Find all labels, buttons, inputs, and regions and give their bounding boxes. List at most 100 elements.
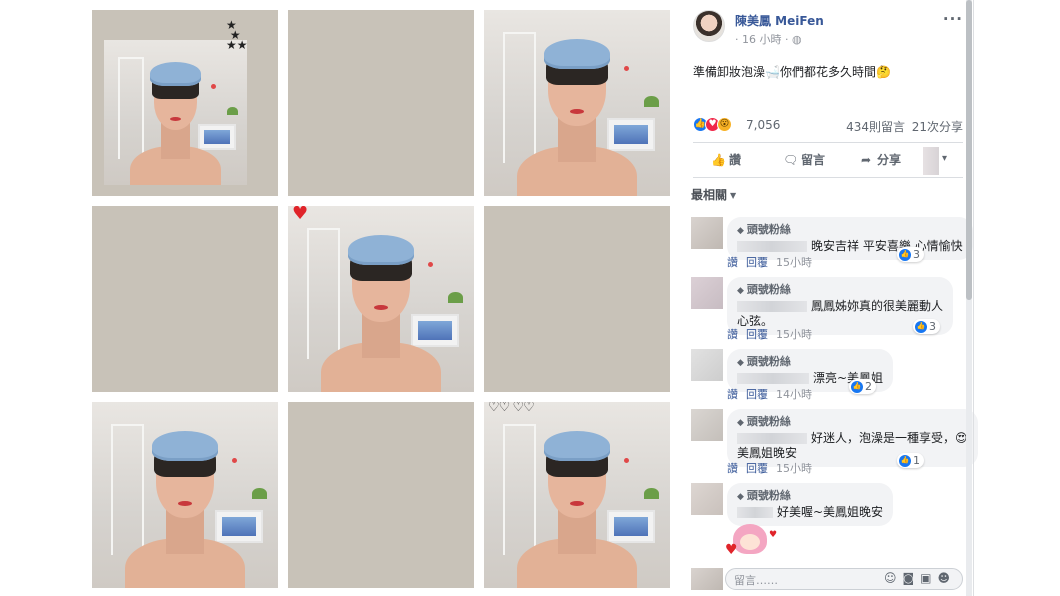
caret-down-icon: ▼ xyxy=(730,191,737,200)
comment-reactions[interactable]: 👍 2 xyxy=(849,379,876,394)
post-header: 陳美鳳 MeiFen · 16 小時 · ◍ ··· xyxy=(693,10,963,50)
post-meta: · 16 小時 · ◍ xyxy=(735,31,802,47)
divider xyxy=(973,0,974,596)
top-fan-badge: ◆ 頭號粉絲 xyxy=(737,283,791,296)
top-fan-badge: ◆ 頭號粉絲 xyxy=(737,355,791,368)
reaction-icons[interactable]: 👍 ♥ 😮 xyxy=(693,117,732,132)
grid-blank-2 xyxy=(92,206,278,392)
grid-blank-1 xyxy=(288,10,474,196)
comment-time[interactable]: 15小時 xyxy=(776,462,812,475)
grid-photo-3[interactable]: ♥ xyxy=(288,206,474,392)
comment-composer: 留言…… ☺◙▣☻ xyxy=(691,568,963,592)
thumbs-up-icon: 👍 xyxy=(711,153,726,167)
grid-photo-1[interactable]: ★ ★ ★★ xyxy=(92,10,278,196)
comment-label: 留言 xyxy=(801,153,826,167)
selfie-photo xyxy=(104,40,247,185)
photo-grid: ★ ★ ★★ ♥ ♡♡ ♡♡ xyxy=(92,10,670,588)
globe-icon: ◍ xyxy=(792,33,802,46)
comment-text: 晚安吉祥 平安喜樂 心情愉快 xyxy=(811,239,963,253)
comment-reactions[interactable]: 👍 3 xyxy=(897,247,924,262)
comment-actions: 讚回覆 14小時 xyxy=(727,386,820,402)
composer-icons: ☺◙▣☻ xyxy=(884,571,956,585)
commenter-name[interactable] xyxy=(737,301,807,312)
comment-reactions[interactable]: 👍 3 xyxy=(913,319,940,334)
comment-placeholder: 留言…… xyxy=(734,574,778,587)
comment-actions: 讚回覆 15小時 xyxy=(727,326,820,342)
actor-avatar[interactable] xyxy=(923,147,939,175)
comment-icon: 🗨 xyxy=(783,153,799,167)
commenter-avatar[interactable] xyxy=(691,483,723,515)
like-reaction-icon: 👍 xyxy=(851,381,863,393)
sticker-icon[interactable]: ☻ xyxy=(937,571,956,585)
sticker-image: ♥ ♥ xyxy=(725,520,785,560)
top-fan-badge: ◆ 頭號粉絲 xyxy=(737,489,791,502)
reaction-count[interactable]: 7,056 xyxy=(746,118,780,132)
diamond-icon: ◆ xyxy=(737,358,744,368)
grid-photo-5[interactable]: ♡♡ ♡♡ xyxy=(484,402,670,588)
chevron-down-icon[interactable]: ▾ xyxy=(942,153,947,164)
commenter-avatar[interactable] xyxy=(691,277,723,309)
comment-input[interactable]: 留言…… ☺◙▣☻ xyxy=(725,568,963,590)
selfie-photo xyxy=(288,206,474,392)
post-actions: 👍 讚 🗨 留言 ➦ 分享 ▾ xyxy=(693,147,963,175)
diamond-icon: ◆ xyxy=(737,492,744,502)
gif-icon[interactable]: ▣ xyxy=(920,571,937,585)
comment-time[interactable]: 15小時 xyxy=(776,328,812,341)
comment-like-link[interactable]: 讚 xyxy=(727,462,738,475)
selfie-photo xyxy=(484,402,670,588)
commenter-name[interactable] xyxy=(737,433,807,444)
grid-photo-4[interactable] xyxy=(92,402,278,588)
like-reaction-icon: 👍 xyxy=(915,321,927,333)
comment-reply-link[interactable]: 回覆 xyxy=(746,256,768,269)
comment-time[interactable]: 15小時 xyxy=(776,256,812,269)
post-stats: 👍 ♥ 😮 7,056 434則留言 21次分享 xyxy=(693,117,963,135)
like-button[interactable]: 👍 讚 xyxy=(711,151,741,168)
post-time[interactable]: 16 小時 xyxy=(742,33,782,46)
page-name-link[interactable]: 陳美鳳 MeiFen xyxy=(735,12,824,29)
comment-reply-link[interactable]: 回覆 xyxy=(746,388,768,401)
comment-like-link[interactable]: 讚 xyxy=(727,256,738,269)
comment-filter-dropdown[interactable]: 最相關 ▼ xyxy=(691,186,736,203)
share-label: 分享 xyxy=(877,153,902,167)
comment-like-link[interactable]: 讚 xyxy=(727,388,738,401)
comment-actions: 讚回覆 15小時 xyxy=(727,460,820,476)
more-options-icon[interactable]: ··· xyxy=(943,10,963,28)
dot-separator: · xyxy=(781,33,792,46)
comment-time[interactable]: 14小時 xyxy=(776,388,812,401)
commenter-name[interactable] xyxy=(737,507,773,518)
like-reaction-icon: 👍 xyxy=(899,249,911,261)
commenter-name[interactable] xyxy=(737,241,807,252)
grid-blank-4 xyxy=(288,402,474,588)
like-label: 讚 xyxy=(729,153,742,167)
comment-reply-link[interactable]: 回覆 xyxy=(746,328,768,341)
comment-like-link[interactable]: 讚 xyxy=(727,328,738,341)
comment-button[interactable]: 🗨 留言 xyxy=(783,151,825,168)
share-button[interactable]: ➦ 分享 xyxy=(859,151,901,168)
comments-count[interactable]: 434則留言 xyxy=(846,118,905,135)
comment-reactions[interactable]: 👍 1 xyxy=(897,453,924,468)
diamond-icon: ◆ xyxy=(737,286,744,296)
my-avatar[interactable] xyxy=(691,568,723,590)
emoji-icon[interactable]: ☺ xyxy=(884,571,903,585)
commenter-name[interactable] xyxy=(737,373,809,384)
comment-text: 好迷人，泡澡是一種享受，😍 xyxy=(811,431,968,445)
scrollbar[interactable] xyxy=(966,0,972,596)
selfie-photo xyxy=(92,402,278,588)
wow-reaction-icon: 😮 xyxy=(717,117,732,132)
shares-count[interactable]: 21次分享 xyxy=(912,118,963,135)
commenter-avatar[interactable] xyxy=(691,349,723,381)
divider xyxy=(693,177,963,178)
share-icon: ➦ xyxy=(860,153,872,167)
camera-icon[interactable]: ◙ xyxy=(902,571,920,585)
divider xyxy=(693,142,963,143)
commenter-avatar[interactable] xyxy=(691,217,723,249)
comment-reply-link[interactable]: 回覆 xyxy=(746,462,768,475)
page-avatar[interactable] xyxy=(693,10,725,42)
commenter-avatar[interactable] xyxy=(691,409,723,441)
stars-sticker: ★ ★ ★★ xyxy=(226,18,248,52)
scrollbar-thumb[interactable] xyxy=(966,0,972,300)
grid-photo-2[interactable] xyxy=(484,10,670,196)
comment-bubble: ◆ 頭號粉絲 好迷人，泡澡是一種享受，😍 美鳳姐晚安 xyxy=(727,409,978,467)
hearts-doodle-sticker: ♡♡ ♡♡ xyxy=(488,402,535,415)
top-fan-badge: ◆ 頭號粉絲 xyxy=(737,223,791,236)
